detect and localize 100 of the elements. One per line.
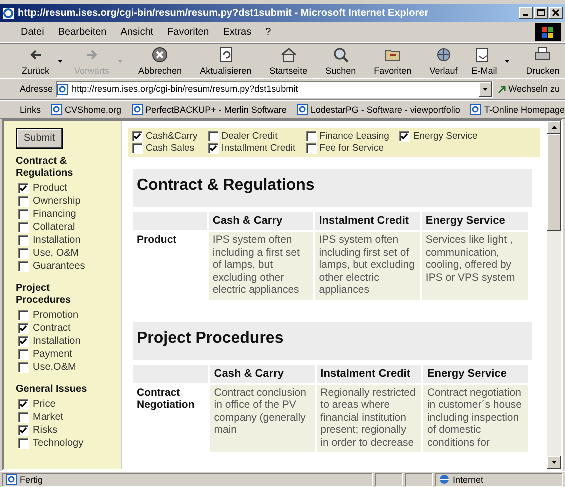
checkbox[interactable] xyxy=(18,310,29,321)
menu-item[interactable]: ? xyxy=(258,26,278,38)
caret-icon[interactable] xyxy=(58,60,63,62)
check-icon xyxy=(20,401,27,408)
table-cell: Regionally restricted to areas where financial institution present; regionally in order to decrease xyxy=(316,384,422,452)
page-icon xyxy=(132,104,143,115)
maximize-icon xyxy=(536,8,546,18)
checkbox[interactable] xyxy=(18,183,29,194)
scrollbar[interactable] xyxy=(546,121,561,469)
address-field[interactable]: http://resum.ises.org/cgi-bin/resum/resum.py?dst1submit xyxy=(56,80,493,98)
checkbox-label: Risks xyxy=(33,425,58,436)
toolbar-button[interactable]: Abbrechen xyxy=(134,45,186,77)
column-header: Cash & Carry xyxy=(210,364,315,382)
checkbox[interactable] xyxy=(18,209,29,220)
globe-icon xyxy=(434,46,453,64)
close-button[interactable] xyxy=(549,7,563,19)
group-heading: General Issues xyxy=(16,384,88,396)
checkbox-label: Energy Service xyxy=(413,131,478,142)
checkbox[interactable] xyxy=(18,349,29,360)
checkbox-label: Product xyxy=(33,183,68,194)
toolbar-button[interactable]: Zurück xyxy=(18,45,54,77)
checkbox-label: Ownership xyxy=(33,196,81,207)
checkbox[interactable] xyxy=(18,323,29,334)
globe-icon xyxy=(439,474,450,485)
go-arrow-icon xyxy=(498,84,507,94)
checkbox[interactable] xyxy=(18,362,29,373)
go-button[interactable]: Wechseln zu xyxy=(496,84,562,94)
maximize-button[interactable] xyxy=(534,7,548,19)
toolbar-button[interactable]: Favoriten xyxy=(370,45,416,77)
menu-item[interactable]: Extras xyxy=(216,26,259,38)
toolbar-button[interactable]: Aktualisieren xyxy=(196,45,256,77)
status-pane xyxy=(405,472,433,486)
checkbox[interactable] xyxy=(399,131,410,142)
caret-icon[interactable] xyxy=(505,60,510,62)
scroll-down-button[interactable] xyxy=(547,456,561,469)
checkbox[interactable] xyxy=(132,143,143,154)
scroll-thumb[interactable] xyxy=(547,134,561,231)
status-text: Fertig xyxy=(20,474,44,484)
submit-button[interactable]: Submit xyxy=(17,129,62,148)
check-icon xyxy=(134,133,141,140)
menu-item[interactable]: Favoriten xyxy=(160,26,216,38)
page-icon xyxy=(470,104,482,115)
caret-icon xyxy=(482,88,488,90)
checkbox[interactable] xyxy=(132,131,143,142)
page-icon xyxy=(51,104,62,115)
flag-icon xyxy=(542,26,554,38)
menu-item[interactable]: Datei xyxy=(14,26,52,38)
address-label: Adresse xyxy=(20,84,54,94)
status-pane xyxy=(375,472,403,486)
dropdown-button[interactable] xyxy=(478,82,492,96)
toolbar-button[interactable]: Verlauf xyxy=(426,45,462,77)
checkbox[interactable] xyxy=(18,248,29,259)
checkbox-label: Price xyxy=(33,399,56,410)
checkbox-label: Use,O&M xyxy=(33,362,76,373)
checkbox[interactable] xyxy=(18,261,29,272)
checkbox[interactable] xyxy=(306,131,317,142)
checkbox[interactable] xyxy=(18,412,29,423)
close-icon xyxy=(551,8,561,18)
column-header: Instalment Credit xyxy=(315,212,420,230)
menu-item[interactable]: Ansicht xyxy=(114,26,161,38)
checkbox[interactable] xyxy=(18,399,29,410)
checkbox[interactable] xyxy=(208,131,219,142)
checkbox-label: Promotion xyxy=(33,310,79,321)
column-header: Energy Service xyxy=(422,212,528,230)
checkbox-label: Cash&Carry xyxy=(146,131,198,142)
checkbox[interactable] xyxy=(208,143,219,154)
checkbox[interactable] xyxy=(18,235,29,246)
checkbox-label: Finance Leasing xyxy=(320,131,390,142)
table-cell: IPS system often including first set of lamps, but excluding other electric appliances xyxy=(315,232,420,300)
link[interactable]: LodestarPG - Software - viewportfolio xyxy=(296,104,460,115)
stop-icon xyxy=(151,46,170,64)
checkbox-label: Financing xyxy=(33,209,76,220)
toolbar-button[interactable]: Startseite xyxy=(266,45,312,77)
links-label: Links xyxy=(20,104,42,114)
toolbar-button[interactable]: E-Mail xyxy=(468,45,502,77)
minimize-button[interactable] xyxy=(519,7,533,19)
toolbar-button[interactable]: Suchen xyxy=(322,45,360,77)
menu-item[interactable]: Bearbeiten xyxy=(51,26,114,38)
checkbox-label: Fee for Service xyxy=(320,143,384,154)
checkbox[interactable] xyxy=(18,196,29,207)
checkbox[interactable] xyxy=(18,222,29,233)
toolbar-button[interactable]: Drucken xyxy=(522,45,564,77)
checkbox[interactable] xyxy=(18,336,29,347)
check-icon xyxy=(20,185,27,192)
checkbox[interactable] xyxy=(306,143,317,154)
page-icon xyxy=(296,104,308,115)
checkbox-label: Installation xyxy=(33,336,81,347)
up-arrow-icon xyxy=(552,126,556,129)
checkbox[interactable] xyxy=(18,438,29,449)
link[interactable]: PerfectBACKUP+ - Merlin Software xyxy=(132,104,287,115)
row-label: Contract Negotiation xyxy=(136,386,196,413)
link[interactable]: CVShome.org xyxy=(51,104,122,115)
group-heading: Project Procedures xyxy=(16,283,72,307)
scroll-up-button[interactable] xyxy=(547,121,561,134)
checkbox-label: Technology xyxy=(33,438,84,449)
group-heading: Contract & Regulations xyxy=(16,156,74,180)
link[interactable]: T-Online Homepage xyxy=(470,104,565,115)
checkbox-label: Installment Credit xyxy=(222,143,296,154)
checkbox[interactable] xyxy=(18,425,29,436)
column-header: Energy Service xyxy=(423,364,528,382)
